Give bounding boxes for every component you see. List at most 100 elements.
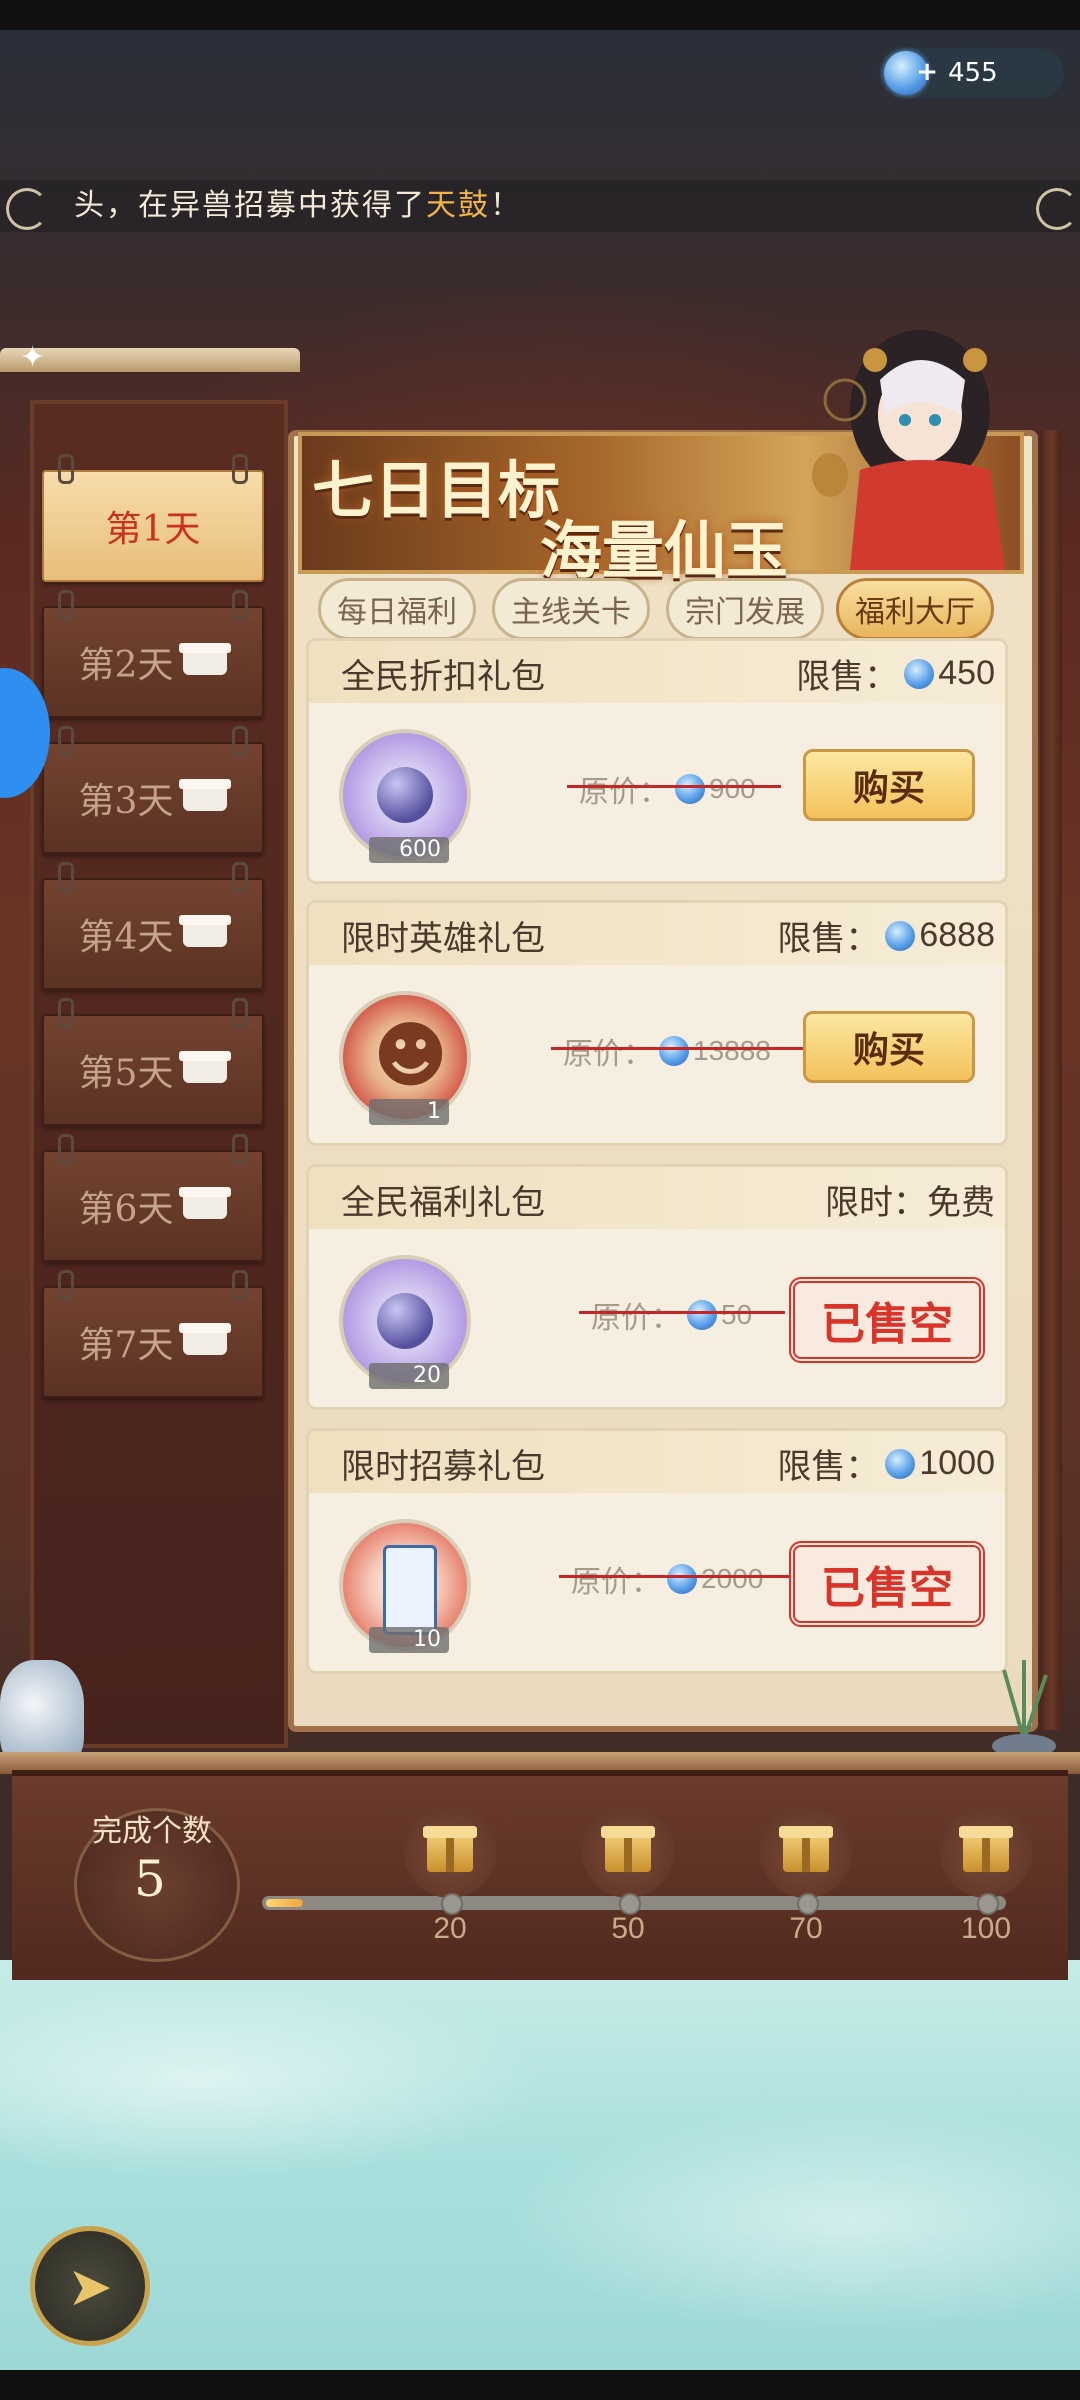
hanging-ring — [58, 590, 74, 620]
original-price: 原价： 50 — [579, 1293, 785, 1337]
moon-ornament-icon — [1036, 188, 1078, 230]
original-price-value: 900 — [709, 773, 756, 804]
day-label: 第4天 — [78, 917, 174, 958]
category-tab-2[interactable]: 主线关卡 — [492, 578, 650, 640]
day-tab-7[interactable]: 第7天 — [42, 1270, 264, 1398]
day-tab-2[interactable]: 第2天 — [42, 590, 264, 718]
reward-gift-button[interactable] — [940, 1806, 1032, 1898]
jade-icon — [687, 1300, 717, 1330]
ticker-text: 头，在异兽招募中获得了天鼓！ — [74, 188, 522, 223]
hanging-ring — [58, 998, 74, 1028]
back-arrow-icon: ➤ — [67, 2254, 113, 2318]
day-label: 第2天 — [78, 645, 174, 686]
chest-icon — [179, 1051, 232, 1083]
price-value: 免费 — [927, 1183, 995, 1223]
chest-icon — [179, 1187, 232, 1219]
ticker-highlight: 天鼓 — [426, 188, 490, 223]
day-tab-1[interactable]: 第1天 — [42, 454, 264, 582]
pack-title: 全民福利礼包 — [341, 1183, 545, 1223]
hanging-ring — [232, 454, 248, 484]
sold-out-stamp: 已售空 — [789, 1541, 985, 1627]
jade-icon — [667, 1564, 697, 1594]
price-label: 限售： — [777, 919, 880, 959]
gift-icon — [423, 1826, 477, 1872]
chest-icon — [179, 779, 232, 811]
jade-icon — [659, 1036, 689, 1066]
pack-card: 限时招募礼包 限售： 1000 10 原价： 2000 已售空 — [306, 1428, 1008, 1674]
day-label: 第3天 — [78, 781, 174, 822]
day-tab-6[interactable]: 第6天 — [42, 1134, 264, 1262]
day-label: 第7天 — [78, 1325, 174, 1366]
plant-decoration — [992, 1660, 1056, 1758]
milestone-label: 20 — [433, 1912, 467, 1945]
hanging-ring — [232, 998, 248, 1028]
hanging-ring — [232, 1134, 248, 1164]
day-label: 第6天 — [78, 1189, 174, 1230]
price-value: 6888 — [919, 916, 995, 954]
category-tabs: 每日福利 主线关卡 宗门发展 福利大厅 — [318, 578, 998, 644]
banner-character — [812, 330, 1005, 570]
category-tab-4[interactable]: 福利大厅 — [836, 578, 994, 640]
reward-gift-button[interactable] — [404, 1806, 496, 1898]
gift-icon — [601, 1826, 655, 1872]
jade-icon — [675, 774, 705, 804]
hanging-ring — [232, 1270, 248, 1300]
category-tab-1[interactable]: 每日福利 — [318, 578, 476, 640]
hanging-ring — [58, 862, 74, 892]
item-quantity: 1 — [369, 1099, 449, 1125]
gift-icon — [779, 1826, 833, 1872]
day-label: 第1天 — [105, 509, 201, 550]
navigation-bar — [0, 2370, 1080, 2400]
sold-out-stamp: 已售空 — [789, 1277, 985, 1363]
original-price-value: 50 — [721, 1299, 753, 1330]
back-button[interactable]: ➤ — [30, 2226, 150, 2346]
hanging-ring — [232, 862, 248, 892]
original-price-value: 2000 — [701, 1563, 764, 1594]
day-label: 第5天 — [78, 1053, 174, 1094]
jade-icon — [885, 920, 916, 951]
pack-price: 限售： 6888 — [777, 911, 995, 960]
original-price: 原价： 13888 — [551, 1029, 805, 1073]
banner-title-line1: 七日目标 — [312, 454, 561, 527]
buy-button[interactable]: 购买 — [803, 1011, 975, 1083]
jade-icon — [904, 658, 935, 689]
item-quantity: 20 — [369, 1363, 449, 1389]
hanging-ring — [58, 1270, 74, 1300]
category-tab-3[interactable]: 宗门发展 — [666, 578, 824, 640]
item-quantity: 10 — [369, 1627, 449, 1653]
reward-gift-button[interactable] — [760, 1806, 852, 1898]
announcement-ticker: 头，在异兽招募中获得了天鼓！ — [0, 180, 1080, 232]
original-price: 原价： 2000 — [559, 1557, 791, 1601]
strikethrough-line — [559, 1575, 791, 1578]
buy-button[interactable]: 购买 — [803, 749, 975, 821]
moon-ornament-icon — [6, 188, 48, 230]
price-label: 限时： — [825, 1183, 927, 1223]
currency-display[interactable]: 455 — [880, 48, 1064, 98]
strikethrough-line — [579, 1311, 785, 1314]
hanging-ring — [232, 590, 248, 620]
pack-price: 限售： 450 — [796, 649, 995, 698]
chest-icon — [179, 643, 232, 675]
original-price-value: 13888 — [693, 1035, 771, 1066]
day-tab-5[interactable]: 第5天 — [42, 998, 264, 1126]
price-value: 1000 — [919, 1444, 995, 1482]
status-bar — [0, 0, 1080, 30]
chest-icon — [179, 915, 232, 947]
day-tab-4[interactable]: 第4天 — [42, 862, 264, 990]
milestone-label: 70 — [789, 1912, 823, 1945]
reward-gift-button[interactable] — [582, 1806, 674, 1898]
original-price-label: 原价： — [591, 1301, 681, 1336]
item-quantity: 600 — [369, 837, 449, 863]
hanging-ring — [58, 454, 74, 484]
original-price-label: 原价： — [571, 1565, 661, 1600]
original-price-label: 原价： — [563, 1037, 653, 1072]
pack-title: 全民折扣礼包 — [341, 657, 545, 697]
jade-icon — [885, 1448, 916, 1479]
day-tab-3[interactable]: 第3天 — [42, 726, 264, 854]
price-label: 限售： — [796, 657, 899, 697]
currency-amount: 455 — [948, 58, 998, 88]
cloud-backdrop — [0, 1960, 1080, 2370]
pack-card: 限时英雄礼包 限售： 6888 1 原价： 13888 购买 — [306, 900, 1008, 1146]
pack-card: 全民福利礼包 限时： 免费 20 原价： 50 已售空 — [306, 1164, 1008, 1410]
price-value: 450 — [938, 654, 995, 692]
